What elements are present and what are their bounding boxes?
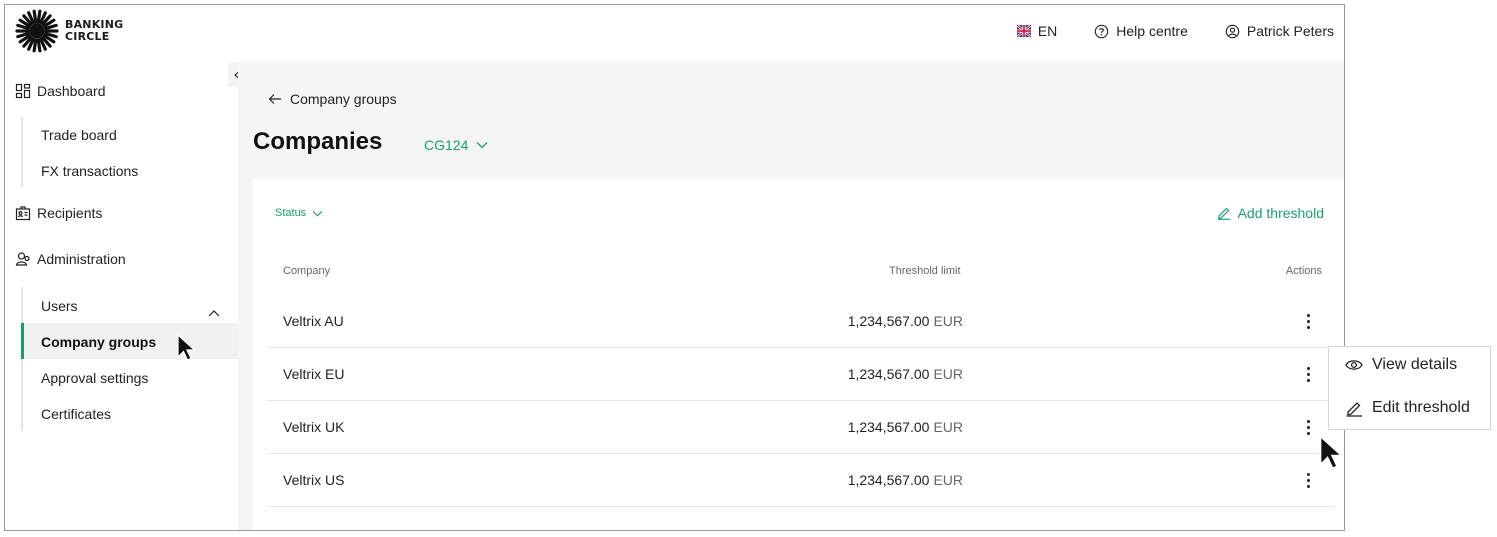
nav-group-line (21, 287, 23, 431)
column-header-company: Company (283, 265, 331, 277)
row-actions-button[interactable] (1303, 309, 1313, 333)
companies-table-card: Status Add threshold Company Threshold l… (253, 179, 1344, 530)
uk-flag-icon (1016, 24, 1031, 38)
company-name: Veltrix EU (283, 366, 345, 382)
chevron-down-icon (476, 142, 488, 149)
edit-threshold-menu-item[interactable]: Edit threshold (1345, 399, 1470, 417)
company-group-selector[interactable]: CG124 (424, 137, 488, 153)
nav-group-line (21, 117, 23, 187)
language-label: EN (1037, 23, 1058, 39)
dashboard-icon (15, 83, 31, 99)
table-row: Veltrix US 1,234,567.00 EUR (267, 454, 1335, 507)
mouse-cursor-icon (177, 333, 197, 361)
brand-logo[interactable]: BANKING CIRCLE (15, 9, 123, 53)
pencil-icon (1346, 401, 1362, 417)
sidebar-item-approval-settings[interactable]: Approval settings (41, 370, 148, 386)
user-circle-icon (1225, 24, 1240, 38)
language-selector[interactable]: EN (1016, 23, 1058, 39)
app-window: BANKING CIRCLE EN Help centre Patrick Pe… (4, 4, 1345, 531)
administration-users-icon (15, 252, 30, 266)
help-centre-link[interactable]: Help centre (1094, 23, 1188, 39)
sunburst-logo-icon (15, 9, 59, 53)
add-threshold-label: Add threshold (1237, 205, 1324, 221)
sidebar-item-administration[interactable]: Administration (15, 251, 126, 267)
main-content: Company groups Companies CG124 Status Ad… (238, 61, 1344, 530)
mouse-cursor-icon (1319, 434, 1344, 470)
eye-icon (1345, 360, 1363, 370)
company-name: Veltrix AU (283, 313, 344, 329)
sidebar-item-fx-transactions[interactable]: FX transactions (41, 163, 138, 179)
row-action-menu: View details Edit threshold (1328, 346, 1491, 430)
status-filter[interactable]: Status (275, 207, 323, 219)
company-group-value: CG124 (424, 137, 469, 153)
threshold-amount: 1,234,567.00 EUR (847, 313, 963, 329)
table-row: Veltrix EU 1,234,567.00 EUR (267, 348, 1335, 401)
chevron-up-icon[interactable] (207, 308, 221, 318)
user-menu[interactable]: Patrick Peters (1225, 23, 1334, 39)
view-details-menu-item[interactable]: View details (1345, 356, 1457, 374)
status-filter-label: Status (275, 207, 307, 219)
column-header-threshold: Threshold limit (889, 265, 961, 277)
row-actions-button[interactable] (1303, 468, 1313, 492)
top-bar: BANKING CIRCLE EN Help centre Patrick Pe… (5, 5, 1344, 61)
row-actions-button[interactable] (1303, 415, 1313, 439)
sidebar: Dashboard Trade board FX transactions Re… (5, 61, 238, 530)
table-row: Veltrix AU 1,234,567.00 EUR (267, 295, 1335, 348)
add-threshold-button[interactable]: Add threshold (1217, 205, 1324, 221)
user-name: Patrick Peters (1246, 23, 1334, 39)
brand-name: BANKING CIRCLE (65, 18, 124, 43)
threshold-amount: 1,234,567.00 EUR (847, 472, 963, 488)
threshold-amount: 1,234,567.00 EUR (847, 366, 963, 382)
sidebar-item-dashboard[interactable]: Dashboard (15, 83, 106, 99)
table-row: Veltrix UK 1,234,567.00 EUR (267, 401, 1335, 454)
question-circle-icon (1095, 24, 1109, 38)
row-actions-button[interactable] (1303, 362, 1313, 386)
company-name: Veltrix US (283, 472, 345, 488)
back-to-company-groups-link[interactable]: Company groups (268, 91, 397, 107)
sidebar-item-certificates[interactable]: Certificates (41, 406, 111, 422)
header-actions: EN Help centre Patrick Peters (980, 23, 1334, 39)
sidebar-item-recipients[interactable]: Recipients (15, 205, 102, 221)
sidebar-item-company-groups-label: Company groups (41, 334, 157, 350)
page-title: Companies (253, 128, 383, 155)
sidebar-item-users[interactable]: Users (41, 298, 78, 314)
pencil-icon (1217, 207, 1230, 220)
column-header-actions: Actions (1285, 265, 1322, 277)
chevron-down-icon (312, 210, 323, 216)
recipients-card-icon (15, 206, 31, 221)
arrow-left-icon (268, 94, 281, 104)
threshold-amount: 1,234,567.00 EUR (847, 419, 963, 435)
company-name: Veltrix UK (283, 419, 345, 435)
sidebar-item-trade-board[interactable]: Trade board (41, 127, 117, 143)
help-centre-label: Help centre (1116, 23, 1188, 39)
